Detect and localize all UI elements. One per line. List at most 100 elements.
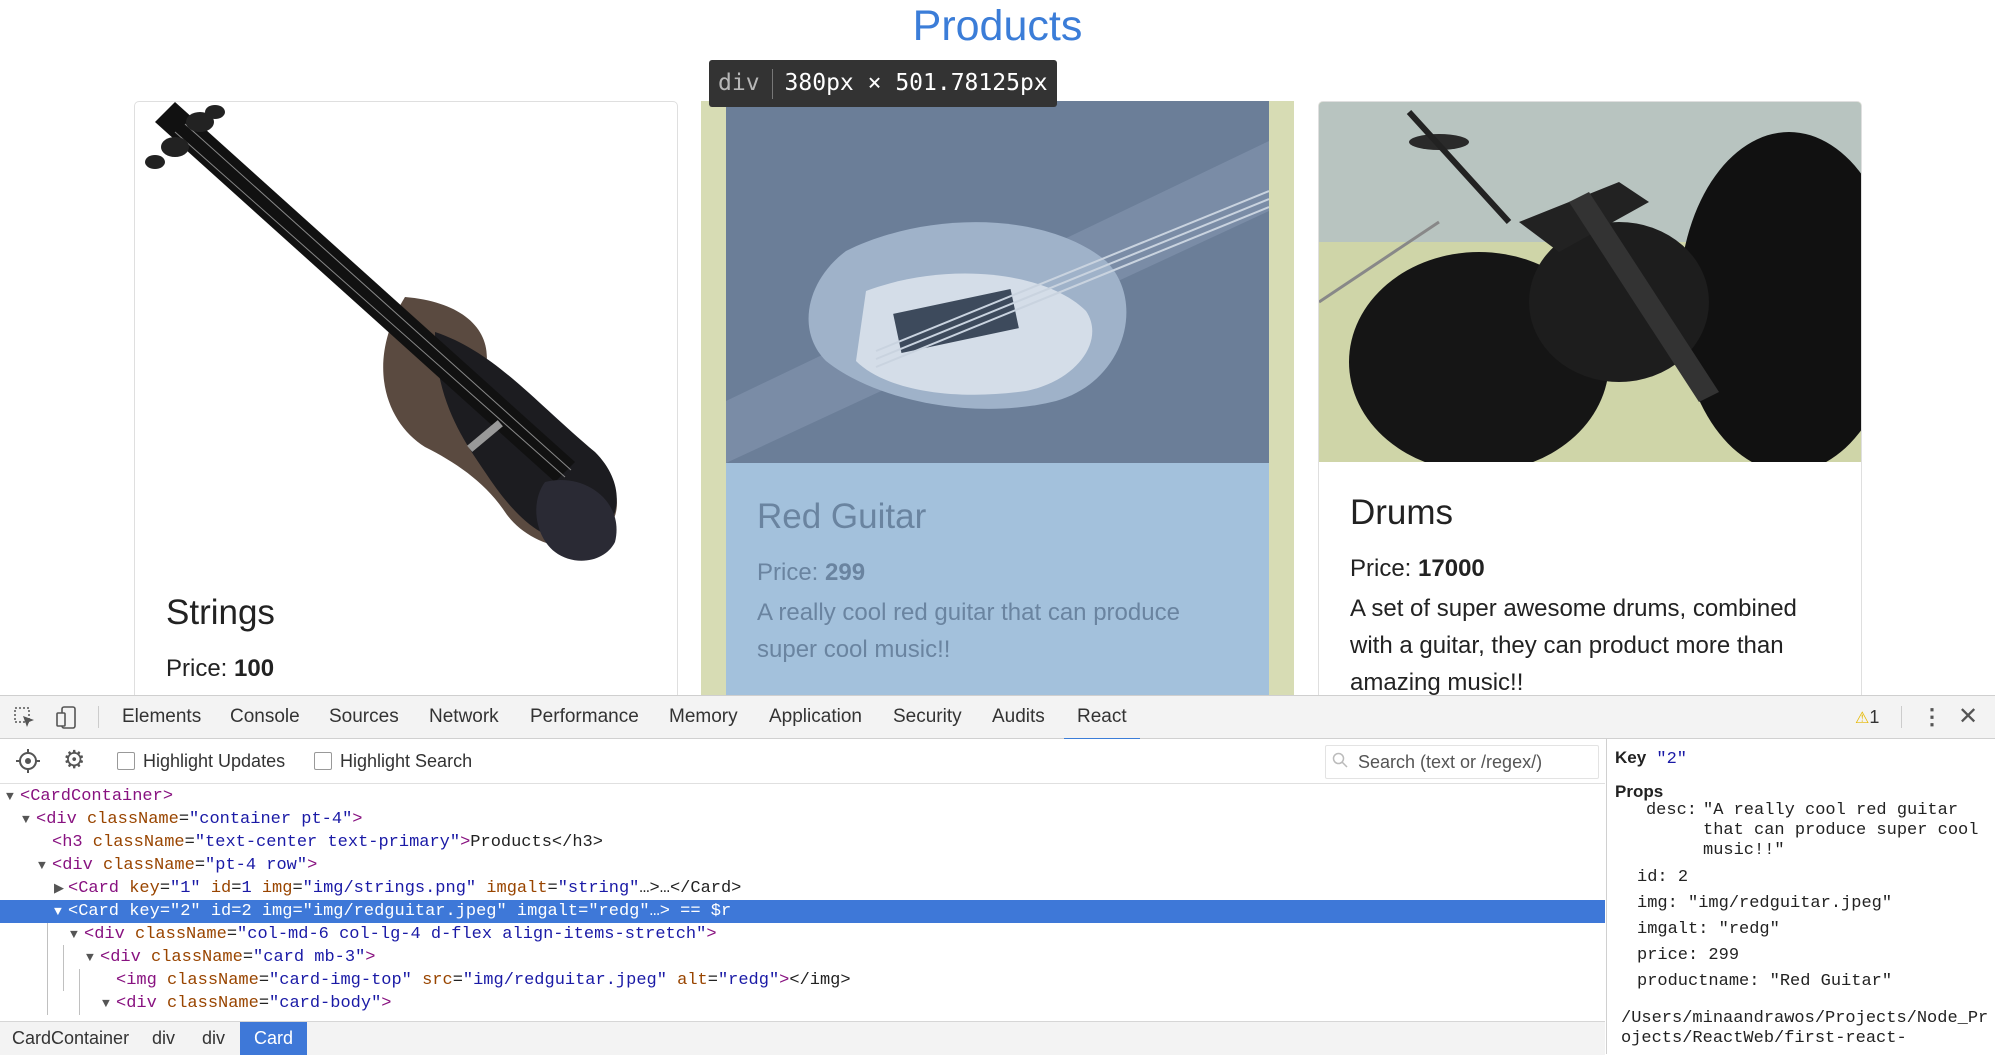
tree-tag-close: > (307, 856, 318, 875)
inspect-element-icon[interactable] (14, 707, 36, 734)
search-input[interactable]: Search (text or /regex/) (1325, 745, 1599, 779)
tooltip-divider (771, 68, 773, 99)
expand-arrow-icon[interactable]: ▼ (70, 923, 84, 946)
prop-value: "A really cool red guitar that can produ… (1703, 801, 1979, 860)
react-toolbar: ⚙ Highlight Updates Highlight Search Sea… (0, 739, 1605, 784)
tab-performance[interactable]: Performance (530, 696, 639, 738)
tree-row[interactable]: ▼ <div className="card mb-3"> (0, 946, 1605, 969)
more-options-icon[interactable]: ⋮ (1921, 696, 1943, 738)
tree-tag: <CardContainer (20, 787, 163, 806)
tree-attr: img="img/redguitar.jpeg" (251, 902, 507, 921)
tree-attr: className="col-md-6 col-lg-4 d-flex alig… (124, 925, 707, 944)
search-placeholder: Search (text or /regex/) (1358, 752, 1543, 772)
expand-arrow-icon[interactable]: ▼ (38, 854, 52, 877)
tree-row[interactable]: <h3 className="text-center text-primary"… (0, 831, 1605, 854)
card-image-drums (1319, 102, 1861, 462)
product-card-strings: Strings Price: 100 (134, 101, 678, 695)
expand-arrow-icon[interactable]: ▼ (102, 992, 116, 1015)
breadcrumb-item-div[interactable]: div (152, 1022, 175, 1055)
tree-guide-line (63, 945, 64, 991)
device-toolbar-icon[interactable] (56, 706, 78, 735)
tree-tag-close: > (381, 994, 392, 1013)
tab-console[interactable]: Console (230, 696, 300, 738)
component-tree: ▼ <CardContainer> ▼ <div className="contain… (0, 785, 1605, 1016)
card-body-drums: Drums Price: 17000 A set of super awesom… (1350, 492, 1830, 695)
prop-id[interactable]: id: 2 (1637, 867, 1688, 889)
prop-value: "img/redguitar.jpeg" (1688, 894, 1893, 913)
expand-arrow-icon[interactable]: ▼ (54, 900, 68, 923)
expand-arrow-icon[interactable]: ▼ (22, 808, 36, 831)
inspect-size-tooltip: div 380px × 501.78125px (709, 60, 1057, 107)
tree-tag: <Card (68, 902, 120, 921)
tree-tag: <div (100, 948, 141, 967)
key-label: Key (1615, 748, 1647, 767)
tab-divider (98, 706, 99, 728)
tab-react[interactable]: React (1064, 696, 1140, 740)
prop-desc[interactable]: desc: "A really cool red guitar that can … (1637, 801, 1987, 861)
price-label: Price: (757, 559, 819, 586)
tree-attr: className="container pt-4" (76, 810, 353, 829)
tree-attr: alt="redg" (666, 971, 780, 990)
prop-name: imgalt: (1637, 920, 1709, 939)
card-price: Price: 299 (757, 556, 1238, 590)
collapse-arrow-icon[interactable]: ▶ (54, 877, 68, 900)
breadcrumb: CardContainer div div Card (0, 1021, 1605, 1055)
expand-arrow-icon[interactable]: ▼ (6, 785, 20, 808)
devtools-panel: Elements Console Sources Network Perform… (0, 695, 1995, 1055)
card-title: Drums (1350, 493, 1454, 532)
breadcrumb-item-div-2[interactable]: div (202, 1022, 225, 1055)
drums-image (1319, 102, 1861, 462)
tree-guide-line (79, 969, 80, 1015)
tree-row[interactable]: ▼ <div className="col-md-6 col-lg-4 d-fle… (0, 923, 1605, 946)
tree-row[interactable]: ▼ <div className="pt-4 row"> (0, 854, 1605, 877)
tree-attr: imgalt="redg" (506, 902, 650, 921)
tab-security[interactable]: Security (893, 696, 962, 738)
devtools-tab-bar: Elements Console Sources Network Perform… (0, 696, 1995, 740)
tree-row[interactable]: ▼ <div className="card-body"> (0, 992, 1605, 1015)
tree-attr: key="2" (119, 902, 201, 921)
tree-tag: <h3 (52, 833, 83, 852)
component-source-path[interactable]: /Users/minaandrawos/Projects/Node_Projec… (1621, 1009, 1991, 1049)
expand-arrow-icon[interactable]: ▼ (86, 946, 100, 969)
tree-row-selected[interactable]: ▼ <Card key="2" id=2 img="img/redguitar.j… (0, 900, 1605, 923)
tab-memory[interactable]: Memory (669, 696, 738, 738)
tree-tail: …>…</Card> (639, 879, 742, 898)
highlight-search-label[interactable]: Highlight Search (340, 739, 472, 783)
tree-attr: img="img/strings.png" (251, 879, 477, 898)
tab-audits[interactable]: Audits (992, 696, 1045, 738)
tree-attr: className="card-img-top" (156, 971, 412, 990)
tree-row[interactable]: <img className="card-img-top" src="img/r… (0, 969, 1605, 992)
close-icon[interactable]: ✕ (1958, 696, 1978, 738)
search-icon (1332, 752, 1348, 773)
tree-row[interactable]: ▼ <CardContainer> (0, 785, 1605, 808)
prop-price[interactable]: price: 299 (1637, 945, 1739, 967)
tab-sources[interactable]: Sources (329, 696, 399, 738)
prop-value: 2 (1677, 868, 1689, 887)
prop-imgalt[interactable]: imgalt: "redg" (1637, 919, 1780, 941)
tree-attr: className="pt-4 row" (92, 856, 308, 875)
prop-productname[interactable]: productname: "Red Guitar" (1637, 971, 1892, 993)
tab-network[interactable]: Network (429, 696, 499, 738)
breadcrumb-item-cardcontainer[interactable]: CardContainer (12, 1022, 129, 1055)
highlight-search-checkbox[interactable] (314, 752, 332, 770)
highlight-updates-label[interactable]: Highlight Updates (143, 739, 285, 783)
card-body-red-guitar: Red Guitar Price: 299 A really cool red … (757, 496, 1238, 668)
breadcrumb-item-card[interactable]: Card (240, 1022, 308, 1055)
tab-elements[interactable]: Elements (122, 696, 201, 738)
warning-indicator[interactable]: ⚠1 (1855, 696, 1879, 738)
settings-gear-icon[interactable]: ⚙ (63, 747, 85, 773)
select-element-icon[interactable] (16, 749, 40, 778)
prop-value: "redg" (1718, 920, 1780, 939)
tab-application[interactable]: Application (769, 696, 862, 738)
tree-attr: className="card-body" (156, 994, 382, 1013)
tree-row[interactable]: ▶ <Card key="1" id=1 img="img/strings.png… (0, 877, 1605, 900)
price-value: 17000 (1418, 555, 1485, 582)
card-description: A set of super awesome drums, combined w… (1350, 595, 1797, 695)
tree-tag: <div (36, 810, 77, 829)
prop-img[interactable]: img: "img/redguitar.jpeg" (1637, 893, 1892, 915)
highlight-updates-checkbox[interactable] (117, 752, 135, 770)
prop-name: productname: (1637, 972, 1760, 991)
card-description: A really cool red guitar that can produc… (757, 599, 1180, 663)
price-value: 299 (825, 559, 866, 586)
tree-row[interactable]: ▼ <div className="container pt-4"> (0, 808, 1605, 831)
